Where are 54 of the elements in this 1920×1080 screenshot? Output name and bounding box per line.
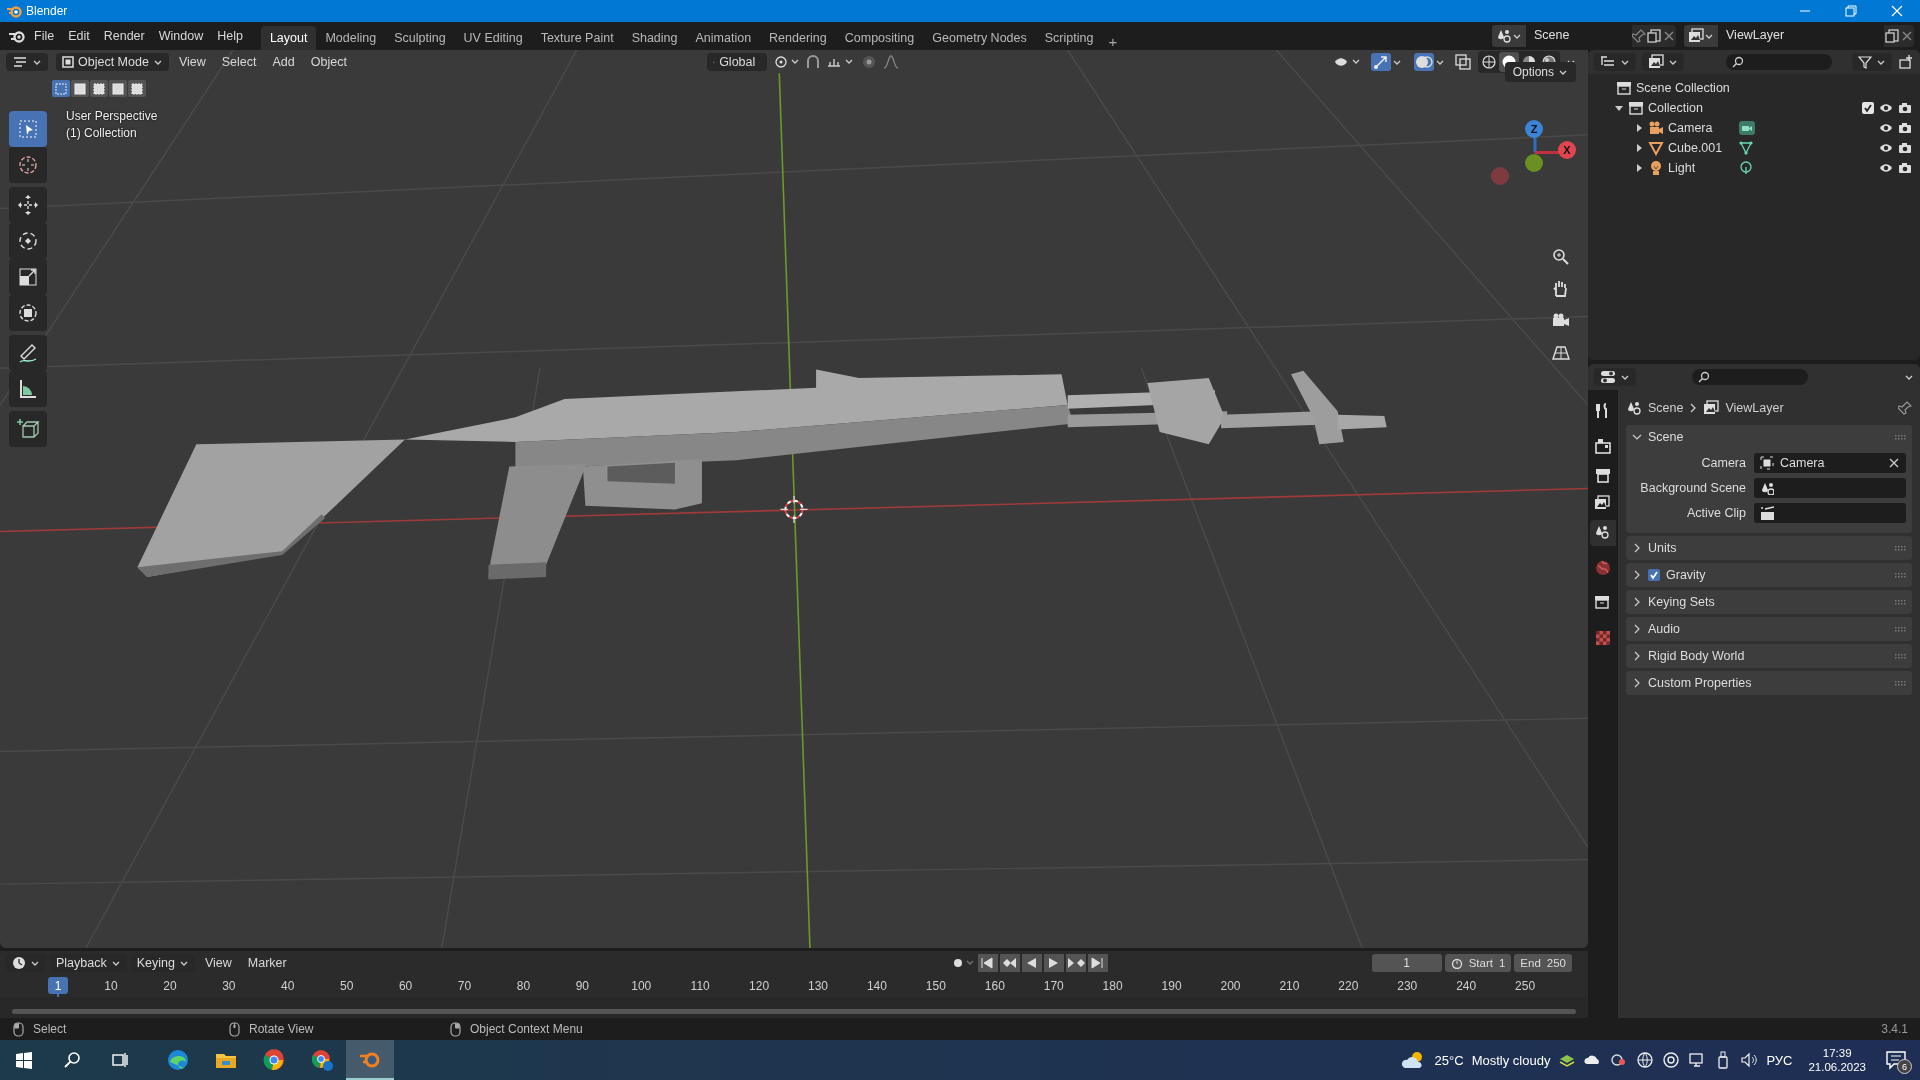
panel-title: Custom Properties — [1648, 676, 1752, 690]
weather-condition: Mostly cloudy — [1471, 1052, 1551, 1068]
frame-number: 220 — [1338, 979, 1359, 993]
frame-number: 140 — [866, 979, 887, 993]
version-label: 3.4.1 — [1881, 1022, 1908, 1036]
frame-number: 230 — [1397, 979, 1418, 993]
frame-number: 30 — [222, 979, 236, 993]
window-title: Blender — [26, 4, 69, 18]
field-value: 250 — [1546, 957, 1566, 969]
field-label: End — [1520, 957, 1541, 969]
panel-title: Units — [1648, 541, 1677, 555]
frame-number: 70 — [457, 979, 472, 993]
view-layer-name: ViewLayer — [1718, 25, 1884, 47]
field-label: Active Clip — [1685, 506, 1746, 520]
frame-number: 160 — [984, 979, 1005, 993]
panel-title: Audio — [1648, 622, 1680, 636]
frame-number: 240 — [1456, 979, 1477, 993]
field-label: Background Scene — [1639, 481, 1746, 495]
frame-number: 60 — [398, 979, 413, 993]
field-label: Camera — [1700, 456, 1746, 470]
viewport-info-text: User Perspective — [66, 109, 158, 123]
panel-title: Rigid Body World — [1648, 649, 1745, 663]
status-hint: Object Context Menu — [470, 1022, 583, 1036]
frame-number: 120 — [749, 979, 770, 993]
frame-number: 210 — [1279, 979, 1300, 993]
frame-number: 190 — [1161, 979, 1182, 993]
frame-number: 40 — [281, 979, 295, 993]
frame-number: 200 — [1220, 979, 1241, 993]
panel-title: Keying Sets — [1648, 595, 1715, 609]
clock-date: 21.06.2023 — [1808, 1061, 1866, 1073]
frame-number: 20 — [163, 979, 177, 993]
field-label: Start — [1468, 957, 1493, 969]
temperature-label: 25°C — [1434, 1052, 1464, 1068]
frame-number: 100 — [631, 979, 652, 993]
frame-number: 170 — [1043, 979, 1064, 993]
scene-name: Scene — [1526, 25, 1632, 47]
panel-title: Gravity — [1666, 568, 1706, 582]
clock-time: 17:39 — [1822, 1047, 1852, 1059]
viewport-info-text: (1) Collection — [66, 126, 138, 140]
frame-number: 50 — [340, 979, 354, 993]
notification-count: 6 — [1897, 1059, 1912, 1074]
frame-number: 110 — [690, 979, 710, 993]
frame-number: 150 — [925, 979, 946, 993]
frame-number: 250 — [1515, 979, 1536, 993]
frame-number: 130 — [808, 979, 829, 993]
field-value: 1 — [1498, 957, 1506, 969]
frame-number: 80 — [516, 979, 531, 993]
frame-number: 90 — [575, 979, 590, 993]
frame-number: 10 — [104, 979, 118, 993]
panel-title: Scene — [1648, 430, 1684, 444]
status-hint: Select — [33, 1022, 67, 1036]
frame-number: 180 — [1102, 979, 1123, 993]
field-value: Camera — [1780, 456, 1825, 470]
status-hint: Rotate View — [249, 1022, 314, 1036]
